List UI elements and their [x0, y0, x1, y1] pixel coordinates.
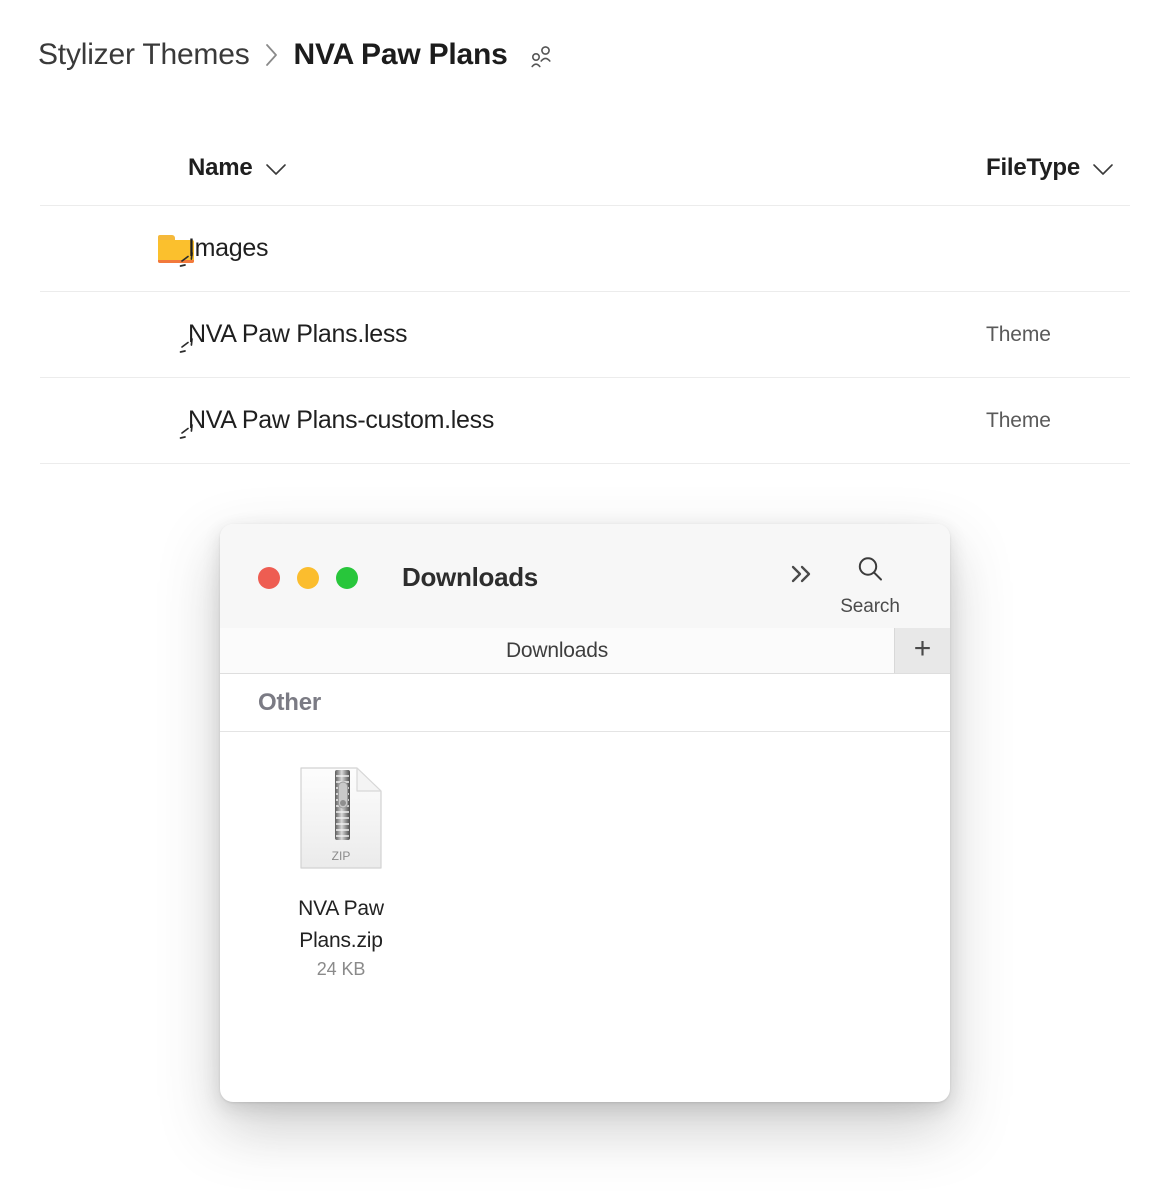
row-icon-cell	[40, 235, 158, 263]
file-tile-size: 24 KB	[317, 959, 366, 980]
search-button[interactable]: Search	[820, 554, 920, 618]
file-tile-name: NVA Paw Plans.zip	[281, 893, 401, 956]
table-row[interactable]: Images	[40, 206, 1130, 292]
chevron-down-icon[interactable]	[265, 163, 287, 176]
zip-archive-icon: ZIP	[297, 764, 385, 877]
breadcrumb: Stylizer Themes NVA Paw Plans	[38, 32, 554, 78]
finder-window-title: Downloads	[402, 562, 538, 593]
people-shared-icon[interactable]	[528, 40, 554, 70]
row-icon-cell: </>	[40, 317, 158, 353]
breadcrumb-separator-icon	[264, 42, 280, 68]
breadcrumb-root-link[interactable]: Stylizer Themes	[38, 38, 250, 72]
row-name-cell[interactable]: Images	[158, 234, 830, 263]
row-name-cell[interactable]: NVA Paw Plans.less	[158, 320, 830, 349]
row-icon-cell: </>	[40, 403, 158, 439]
row-name-label: NVA Paw Plans.less	[188, 320, 407, 349]
column-header-filetype-label: FileType	[986, 154, 1080, 182]
search-icon	[855, 554, 885, 589]
table-row[interactable]: </> NVA Paw Plans.less Theme	[40, 292, 1130, 378]
finder-icon-grid: ZIP NVA Paw Plans.zip 24 KB	[220, 732, 950, 980]
column-header-name-label: Name	[188, 154, 253, 182]
maximize-window-button[interactable]	[336, 567, 358, 589]
row-filetype-cell: Theme	[830, 323, 1130, 347]
page-title: NVA Paw Plans	[294, 38, 508, 72]
column-header-icon	[40, 152, 158, 184]
svg-text:ZIP: ZIP	[332, 849, 351, 863]
chevron-double-right-icon	[787, 562, 817, 591]
minimize-window-button[interactable]	[297, 567, 319, 589]
table-row[interactable]: </> NVA Paw Plans-custom.less Theme	[40, 378, 1130, 464]
row-name-label: NVA Paw Plans-custom.less	[188, 406, 494, 435]
file-tile-zip[interactable]: ZIP NVA Paw Plans.zip 24 KB	[276, 764, 406, 980]
table-header-row: Name FileType	[40, 130, 1130, 206]
group-header-other: Other	[220, 674, 950, 732]
tab-downloads[interactable]: Downloads	[220, 628, 894, 673]
file-list-table: Name FileType	[40, 130, 1130, 464]
finder-tab-bar: Downloads +	[220, 628, 950, 674]
new-tab-button[interactable]: +	[894, 628, 950, 673]
toolbar-overflow-button[interactable]	[782, 558, 822, 594]
traffic-lights	[258, 567, 358, 589]
column-header-filetype[interactable]: FileType	[830, 154, 1130, 182]
finder-window[interactable]: Downloads Search Downloads + Other	[220, 524, 950, 1102]
close-window-button[interactable]	[258, 567, 280, 589]
row-name-cell[interactable]: NVA Paw Plans-custom.less	[158, 406, 830, 435]
finder-toolbar: Downloads Search	[220, 524, 950, 628]
row-name-label: Images	[188, 234, 268, 263]
row-filetype-cell: Theme	[830, 409, 1130, 433]
chevron-down-icon[interactable]	[1092, 163, 1114, 176]
search-button-label: Search	[840, 596, 900, 618]
column-header-name[interactable]: Name	[158, 154, 830, 182]
